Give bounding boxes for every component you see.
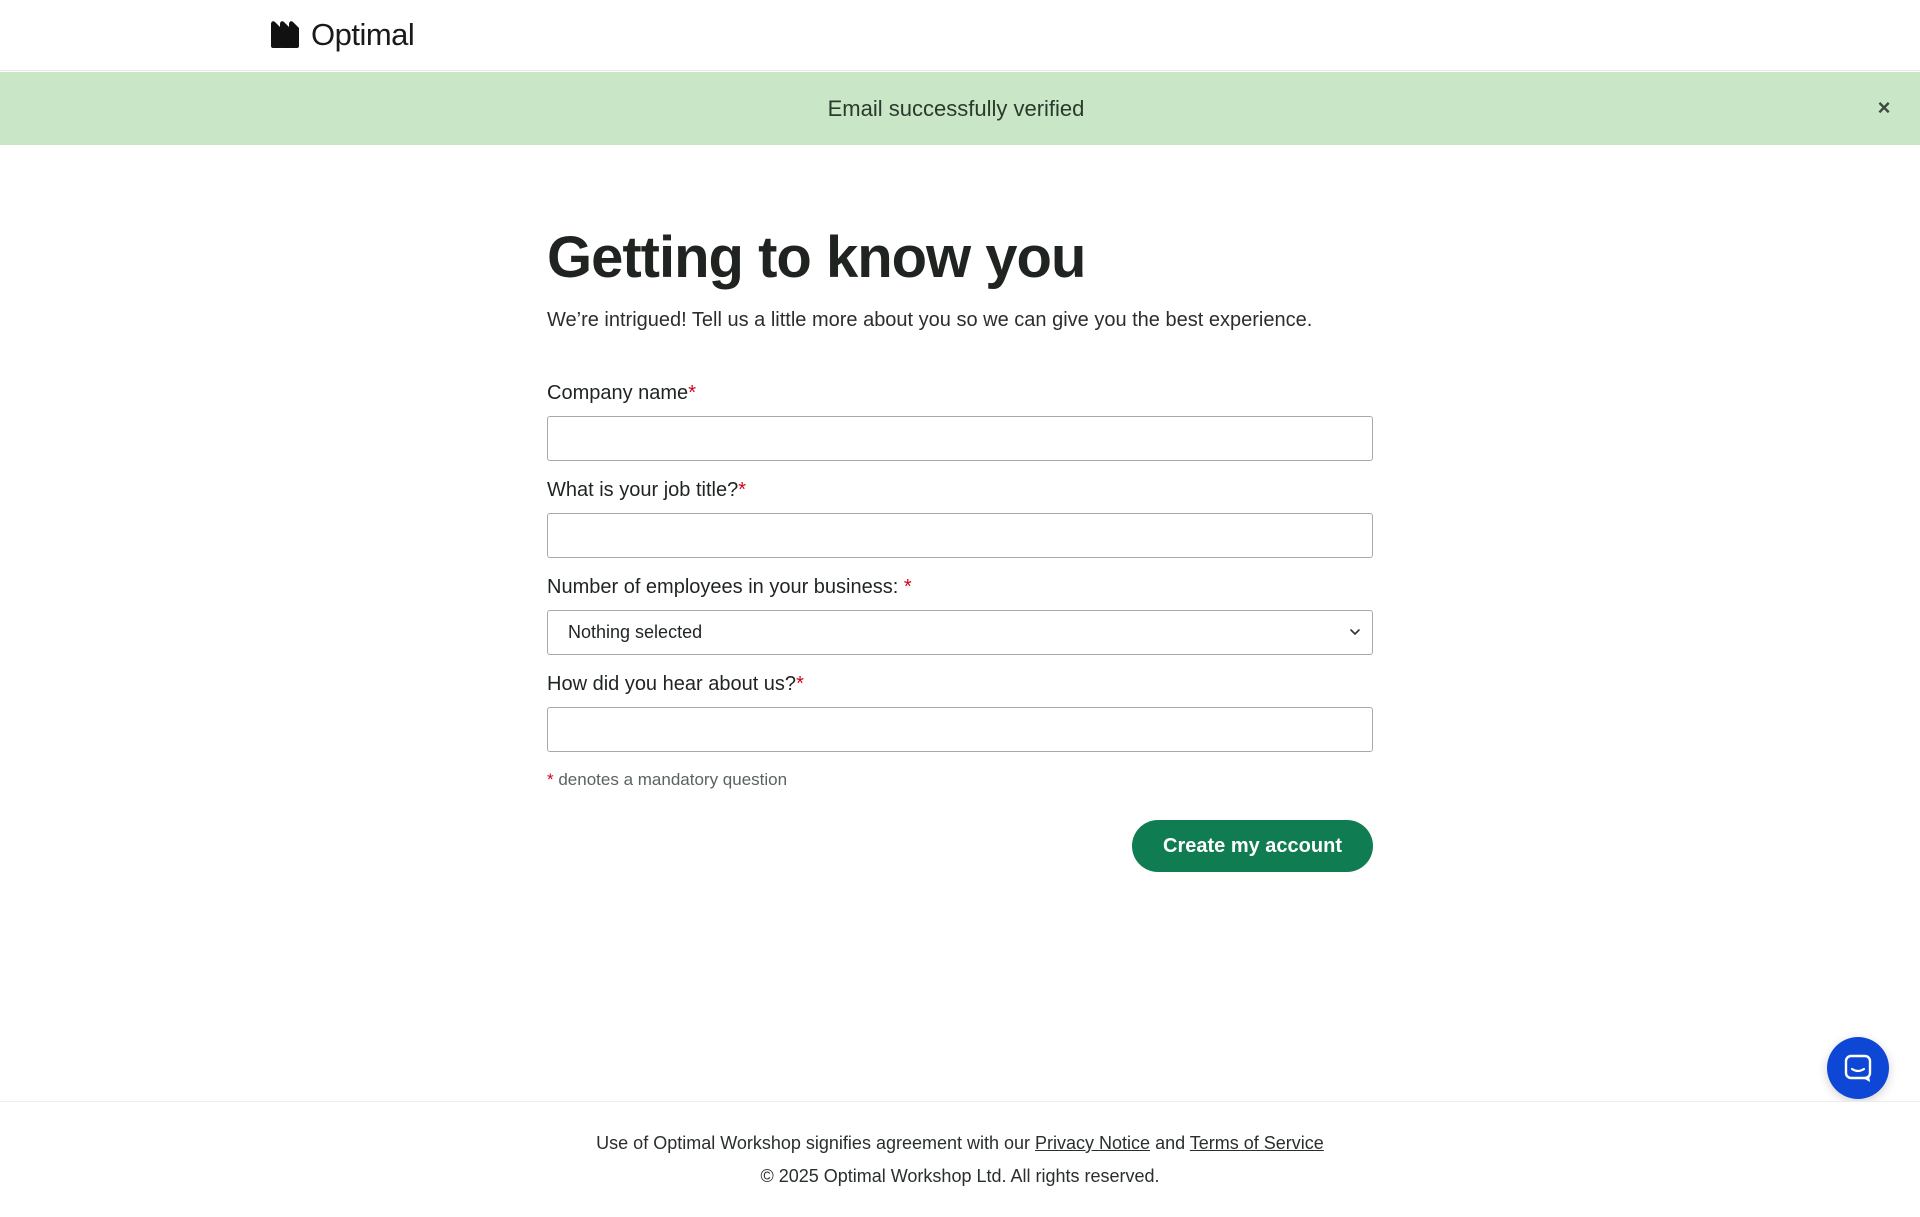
- page-title: Getting to know you: [547, 225, 1086, 290]
- page-subtitle: We’re intrigued! Tell us a little more a…: [547, 309, 1313, 331]
- optimal-logo-icon: [271, 21, 299, 48]
- required-mark: *: [688, 382, 696, 404]
- required-mark: *: [903, 576, 912, 598]
- job-title-label: What is your job title?*: [547, 476, 1373, 504]
- chevron-down-icon: [1350, 629, 1360, 635]
- company-name-field: Company name*: [547, 379, 1373, 461]
- company-name-input[interactable]: [547, 416, 1373, 461]
- privacy-notice-link[interactable]: Privacy Notice: [1035, 1133, 1150, 1153]
- success-banner: Email successfully verified ×: [0, 72, 1920, 145]
- banner-message: Email successfully verified: [827, 95, 1085, 121]
- legend-text: denotes a mandatory question: [553, 770, 788, 789]
- chat-launcher-button[interactable]: [1827, 1037, 1889, 1099]
- mandatory-legend: * denotes a mandatory question: [547, 768, 1373, 792]
- footer-agreement-prefix: Use of Optimal Workshop signifies agreem…: [596, 1133, 1036, 1153]
- required-mark: *: [738, 479, 746, 501]
- referral-label: How did you hear about us?*: [547, 670, 1373, 698]
- close-banner-button[interactable]: ×: [1870, 94, 1898, 122]
- logo[interactable]: Optimal: [269, 17, 415, 53]
- legend-required-mark: *: [547, 770, 554, 789]
- create-account-button[interactable]: Create my account: [1132, 820, 1373, 872]
- employees-label: Number of employees in your business: *: [547, 573, 1373, 601]
- company-name-label: Company name*: [547, 379, 1373, 407]
- referral-field: How did you hear about us?*: [547, 670, 1373, 752]
- close-icon: ×: [1877, 95, 1891, 120]
- employees-label-text: Number of employees in your business:: [547, 576, 904, 598]
- company-name-label-text: Company name: [547, 382, 689, 404]
- footer-agreement: Use of Optimal Workshop signifies agreem…: [0, 1131, 1920, 1155]
- job-title-label-text: What is your job title?: [547, 479, 739, 501]
- referral-input[interactable]: [547, 707, 1373, 752]
- top-bar: Optimal: [0, 0, 1920, 71]
- referral-label-text: How did you hear about us?: [547, 673, 797, 695]
- employees-select[interactable]: Nothing selected: [547, 610, 1373, 655]
- employees-field: Number of employees in your business: * …: [547, 573, 1373, 655]
- employees-select-value: Nothing selected: [568, 622, 703, 642]
- terms-of-service-link[interactable]: Terms of Service: [1190, 1133, 1324, 1153]
- logo-text: Optimal: [311, 17, 415, 52]
- signup-details-form: Getting to know you We’re intrigued! Tel…: [547, 222, 1373, 792]
- required-mark: *: [796, 673, 804, 695]
- job-title-input[interactable]: [547, 513, 1373, 558]
- job-title-field: What is your job title?*: [547, 476, 1373, 558]
- footer-agreement-middle: and: [1150, 1133, 1190, 1153]
- form-actions: Create my account: [547, 820, 1373, 872]
- footer: Use of Optimal Workshop signifies agreem…: [0, 1101, 1920, 1217]
- footer-copyright: © 2025 Optimal Workshop Ltd. All rights …: [760, 1166, 1160, 1186]
- chat-bubble-icon: [1844, 1054, 1872, 1082]
